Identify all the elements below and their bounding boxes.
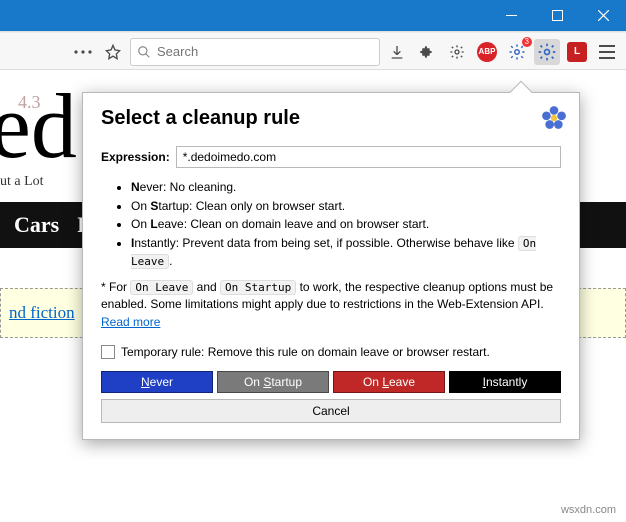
lastpass-icon[interactable]: L (564, 39, 590, 65)
rule-instantly: Instantly: Prevent data from being set, … (131, 234, 561, 271)
watermark: wsxdn.com (561, 504, 616, 516)
temporary-rule-checkbox[interactable] (101, 345, 115, 359)
rule-startup: On Startup: Clean only on browser start. (131, 197, 561, 216)
page-actions-icon[interactable] (70, 39, 96, 65)
read-more-link[interactable]: Read more (101, 315, 160, 329)
popup-title: Select a cleanup rule (101, 107, 561, 130)
expression-input[interactable] (176, 146, 561, 168)
temporary-rule-row[interactable]: Temporary rule: Remove this rule on doma… (101, 345, 561, 359)
on-leave-button[interactable]: On Leave (333, 371, 445, 393)
hamburger-menu-icon[interactable] (594, 39, 620, 65)
forget-me-not-icon[interactable] (534, 39, 560, 65)
temporary-rule-label: Temporary rule: Remove this rule on doma… (121, 345, 490, 359)
expression-label: Expression: (101, 150, 170, 164)
search-box[interactable] (130, 38, 380, 66)
rule-never: Never: No cleaning. (131, 178, 561, 197)
extensions-icon[interactable] (414, 39, 440, 65)
on-startup-button[interactable]: On Startup (217, 371, 329, 393)
window-titlebar (0, 0, 626, 31)
close-button[interactable] (580, 0, 626, 31)
downloads-icon[interactable] (384, 39, 410, 65)
rule-leave: On Leave: Clean on domain leave and on b… (131, 215, 561, 234)
nav-item-cars[interactable]: Cars (14, 212, 59, 238)
rule-button-row: Never On Startup On Leave Instantly (101, 371, 561, 393)
adblock-plus-icon[interactable]: ABP (474, 39, 500, 65)
fiction-link[interactable]: nd fiction (9, 303, 75, 322)
settings-gear-icon[interactable] (444, 39, 470, 65)
forget-me-not-flower-icon (541, 105, 567, 131)
browser-toolbar: ABP 3 L (0, 34, 626, 70)
search-icon (137, 45, 151, 59)
cancel-button[interactable]: Cancel (101, 399, 561, 423)
notifications-icon[interactable]: 3 (504, 39, 530, 65)
search-input[interactable] (157, 44, 373, 59)
cleanup-rule-popup: Select a cleanup rule Expression: Never:… (82, 92, 580, 440)
maximize-button[interactable] (534, 0, 580, 31)
rating-text: 4.3 (18, 92, 41, 113)
bookmark-star-icon[interactable] (100, 39, 126, 65)
instantly-button[interactable]: Instantly (449, 371, 561, 393)
notification-badge: 3 (522, 37, 532, 47)
rule-descriptions: Never: No cleaning. On Startup: Clean on… (131, 178, 561, 271)
popup-note: * For On Leave and On Startup to work, t… (101, 279, 561, 331)
minimize-button[interactable] (488, 0, 534, 31)
never-button[interactable]: Never (101, 371, 213, 393)
